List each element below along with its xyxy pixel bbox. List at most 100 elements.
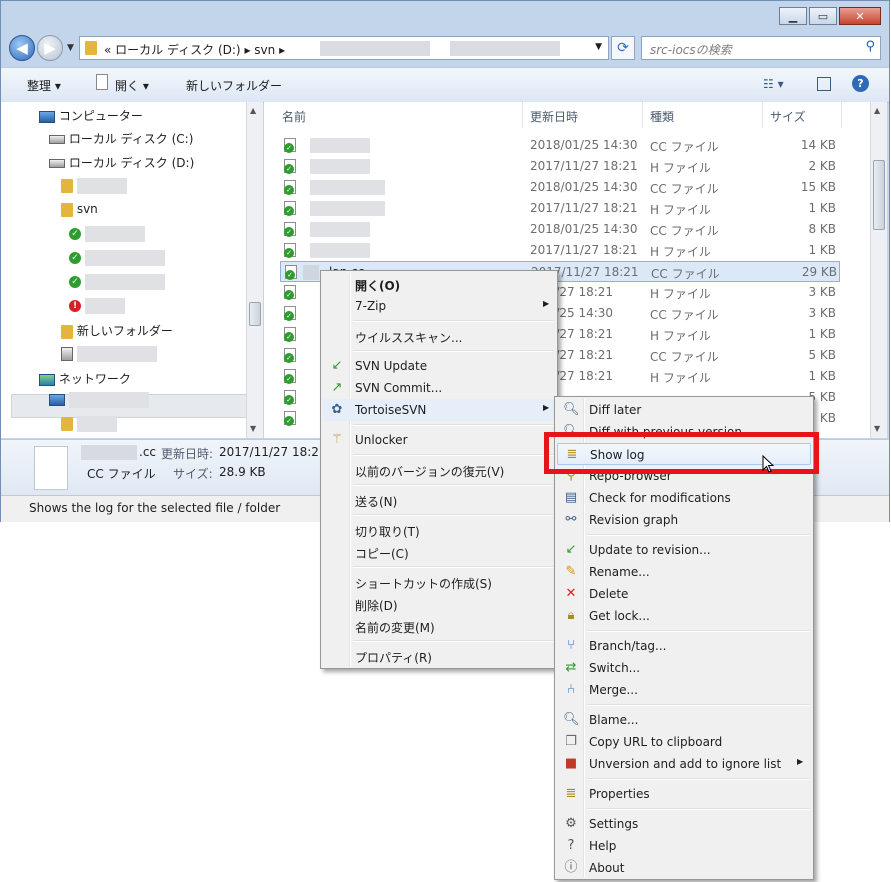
menu-item-blame[interactable]: 🔍︎ Blame... bbox=[557, 709, 811, 731]
file-icon: ✓ bbox=[284, 201, 296, 216]
minimize-button[interactable]: ▁ bbox=[779, 7, 807, 25]
tree-item-computer[interactable]: コンピューター bbox=[39, 107, 143, 124]
column-header-size[interactable]: サイズ bbox=[770, 108, 806, 134]
menu-item-properties[interactable]: プロパティ(R) bbox=[323, 645, 555, 667]
menu-item-delete[interactable]: 削除(D) bbox=[323, 593, 555, 615]
file-icon: ✓ bbox=[284, 222, 296, 237]
submenu-arrow-icon: ▶ bbox=[543, 403, 550, 412]
tree-item-network[interactable]: ネットワーク bbox=[39, 370, 131, 387]
column-header-type[interactable]: 種類 bbox=[650, 108, 674, 134]
menu-item-unversion-ignore[interactable]: ■ Unversion and add to ignore list ▶ bbox=[557, 753, 811, 775]
menu-item-help[interactable]: ? Help bbox=[557, 835, 811, 857]
breadcrumb-svn[interactable]: svn bbox=[254, 43, 275, 57]
view-options-icon[interactable]: ☷ ▾ bbox=[763, 77, 784, 91]
tree-item-library[interactable] bbox=[61, 346, 157, 362]
menu-item-settings[interactable]: ⚙ Settings bbox=[557, 813, 811, 835]
tree-item-versioned-folder[interactable]: ✓ bbox=[69, 250, 165, 266]
chevron-icon[interactable]: ▸ bbox=[244, 43, 250, 57]
menu-item-unlocker[interactable]: ⚚ Unlocker bbox=[323, 429, 555, 451]
scroll-up-icon[interactable]: ▲ bbox=[874, 106, 880, 115]
menu-item-create-shortcut[interactable]: ショートカットの作成(S) bbox=[323, 571, 555, 593]
status-text: Shows the log for the selected file / fo… bbox=[29, 501, 281, 515]
scroll-down-icon[interactable]: ▼ bbox=[874, 424, 880, 433]
menu-item-restore-previous[interactable]: 以前のバージョンの復元(V) bbox=[323, 459, 555, 481]
menu-item-update-to-revision[interactable]: ↙ Update to revision... bbox=[557, 539, 811, 561]
close-button[interactable]: ✕ bbox=[839, 7, 881, 25]
chevron-icon[interactable]: ▸ bbox=[279, 43, 285, 57]
about-icon: ⓘ bbox=[564, 860, 578, 875]
address-bar[interactable]: « ローカル ディスク (D:) ▸ svn ▸ ▼ bbox=[79, 36, 609, 60]
file-row[interactable]: ✓ 2017/11/27 18:21 H ファイル 2 KB bbox=[280, 156, 840, 177]
menu-item-7zip[interactable]: 7-Zip ▶ bbox=[323, 295, 555, 317]
menu-item-properties[interactable]: ≣ Properties bbox=[557, 783, 811, 805]
menu-item-open[interactable]: 開く(O) bbox=[323, 273, 555, 295]
maximize-button[interactable]: ▭ bbox=[809, 7, 837, 25]
scroll-up-icon[interactable]: ▲ bbox=[250, 106, 256, 115]
menu-item-virus-scan[interactable]: ウイルススキャン... bbox=[323, 325, 555, 347]
file-row[interactable]: ✓ 2017/11/27 18:21 H ファイル 1 KB bbox=[280, 198, 840, 219]
tree-item-folder[interactable] bbox=[61, 178, 127, 194]
refresh-button[interactable]: ⟳ bbox=[611, 36, 635, 60]
file-row[interactable]: ✓ 2018/01/25 14:30 CC ファイル 15 KB bbox=[280, 177, 840, 198]
back-button[interactable]: ◀ bbox=[9, 35, 35, 61]
tree-item-modified-folder[interactable]: ! bbox=[69, 298, 125, 314]
column-header-date[interactable]: 更新日時 bbox=[530, 108, 578, 134]
menu-item-send-to[interactable]: 送る(N) bbox=[323, 489, 555, 511]
menu-item-diff-later[interactable]: 🔍︎ Diff later bbox=[557, 399, 811, 421]
forward-button[interactable]: ▶ bbox=[37, 35, 63, 61]
menu-item-rename[interactable]: 名前の変更(M) bbox=[323, 615, 555, 637]
menu-item-svn-update[interactable]: ↙ SVN Update bbox=[323, 355, 555, 377]
file-row[interactable]: ✓ 2018/01/25 14:30 CC ファイル 14 KB bbox=[280, 135, 840, 156]
file-icon: ✓ bbox=[284, 327, 296, 342]
menu-item-tortoisesvn[interactable]: ✿ TortoiseSVN ▶ bbox=[323, 399, 555, 421]
folder-icon bbox=[61, 417, 73, 431]
file-list-scrollbar[interactable]: ▲ ▼ bbox=[870, 102, 887, 438]
file-row[interactable]: ✓ 2017/11/27 18:21 H ファイル 1 KB bbox=[280, 240, 840, 261]
menu-item-copy[interactable]: コピー(C) bbox=[323, 541, 555, 563]
menu-item-rename[interactable]: ✎ Rename... bbox=[557, 561, 811, 583]
menu-item-svn-commit[interactable]: ↗ SVN Commit... bbox=[323, 377, 555, 399]
menu-item-cut[interactable]: 切り取り(T) bbox=[323, 519, 555, 541]
menu-item-copy-url[interactable]: ❐ Copy URL to clipboard bbox=[557, 731, 811, 753]
preview-pane-icon[interactable] bbox=[817, 77, 831, 91]
column-header-name[interactable]: 名前 bbox=[282, 108, 306, 134]
chevron-icon[interactable]: « bbox=[104, 43, 111, 57]
file-row[interactable]: ✓ 2018/01/25 14:30 CC ファイル 8 KB bbox=[280, 219, 840, 240]
breadcrumb-drive[interactable]: ローカル ディスク (D:) bbox=[115, 43, 240, 57]
menu-item-delete[interactable]: ✕ Delete bbox=[557, 583, 811, 605]
scroll-thumb[interactable] bbox=[249, 302, 261, 326]
help-icon[interactable]: ? bbox=[852, 75, 869, 92]
menu-item-merge[interactable]: ⑃ Merge... bbox=[557, 679, 811, 701]
menu-item-switch[interactable]: ⇄ Switch... bbox=[557, 657, 811, 679]
navigation-bar: ◀ ▶ ▼ « ローカル ディスク (D:) ▸ svn ▸ ▼ ⟳ src-i… bbox=[1, 33, 889, 63]
navigation-scrollbar[interactable]: ▲ ▼ bbox=[246, 102, 263, 438]
revision-graph-icon: ⚯ bbox=[565, 512, 577, 527]
tree-item-network-host[interactable] bbox=[49, 392, 149, 408]
menu-item-check-modifications[interactable]: ▤ Check for modifications bbox=[557, 487, 811, 509]
tree-item-drive-d[interactable]: ローカル ディスク (D:) bbox=[49, 154, 194, 171]
search-placeholder[interactable]: src-iocsの検索 bbox=[650, 41, 732, 58]
tree-item-network-share[interactable] bbox=[61, 416, 117, 432]
tree-item-drive-c[interactable]: ローカル ディスク (C:) bbox=[49, 130, 193, 147]
tree-item-versioned-folder[interactable]: ✓ bbox=[69, 274, 165, 290]
computer-icon bbox=[49, 394, 65, 406]
drive-icon bbox=[49, 135, 65, 144]
open-button[interactable]: 開く ▾ bbox=[115, 77, 149, 94]
tree-item-svn[interactable]: svn bbox=[61, 202, 98, 217]
scroll-down-icon[interactable]: ▼ bbox=[250, 424, 256, 433]
new-folder-button[interactable]: 新しいフォルダー bbox=[186, 77, 282, 94]
menu-item-get-lock[interactable]: 🔒︎ Get lock... bbox=[557, 605, 811, 627]
menu-item-revision-graph[interactable]: ⚯ Revision graph bbox=[557, 509, 811, 531]
search-box[interactable]: src-iocsの検索 ⚲ bbox=[641, 36, 881, 60]
navigation-pane: コンピューター ローカル ディスク (C:) ローカル ディスク (D:) sv… bbox=[1, 102, 263, 438]
file-icon: ✓ bbox=[284, 348, 296, 363]
menu-item-about[interactable]: ⓘ About bbox=[557, 857, 811, 879]
organize-button[interactable]: 整理 ▾ bbox=[27, 77, 61, 94]
tree-item-versioned-folder[interactable]: ✓ bbox=[69, 226, 145, 242]
recent-pages-dropdown[interactable]: ▼ bbox=[67, 43, 74, 53]
tree-item-new-folder[interactable]: 新しいフォルダー bbox=[61, 322, 173, 339]
search-icon[interactable]: ⚲ bbox=[865, 39, 875, 54]
address-dropdown-icon[interactable]: ▼ bbox=[595, 42, 602, 52]
scroll-thumb[interactable] bbox=[873, 160, 885, 230]
menu-item-branch-tag[interactable]: ⑂ Branch/tag... bbox=[557, 635, 811, 657]
